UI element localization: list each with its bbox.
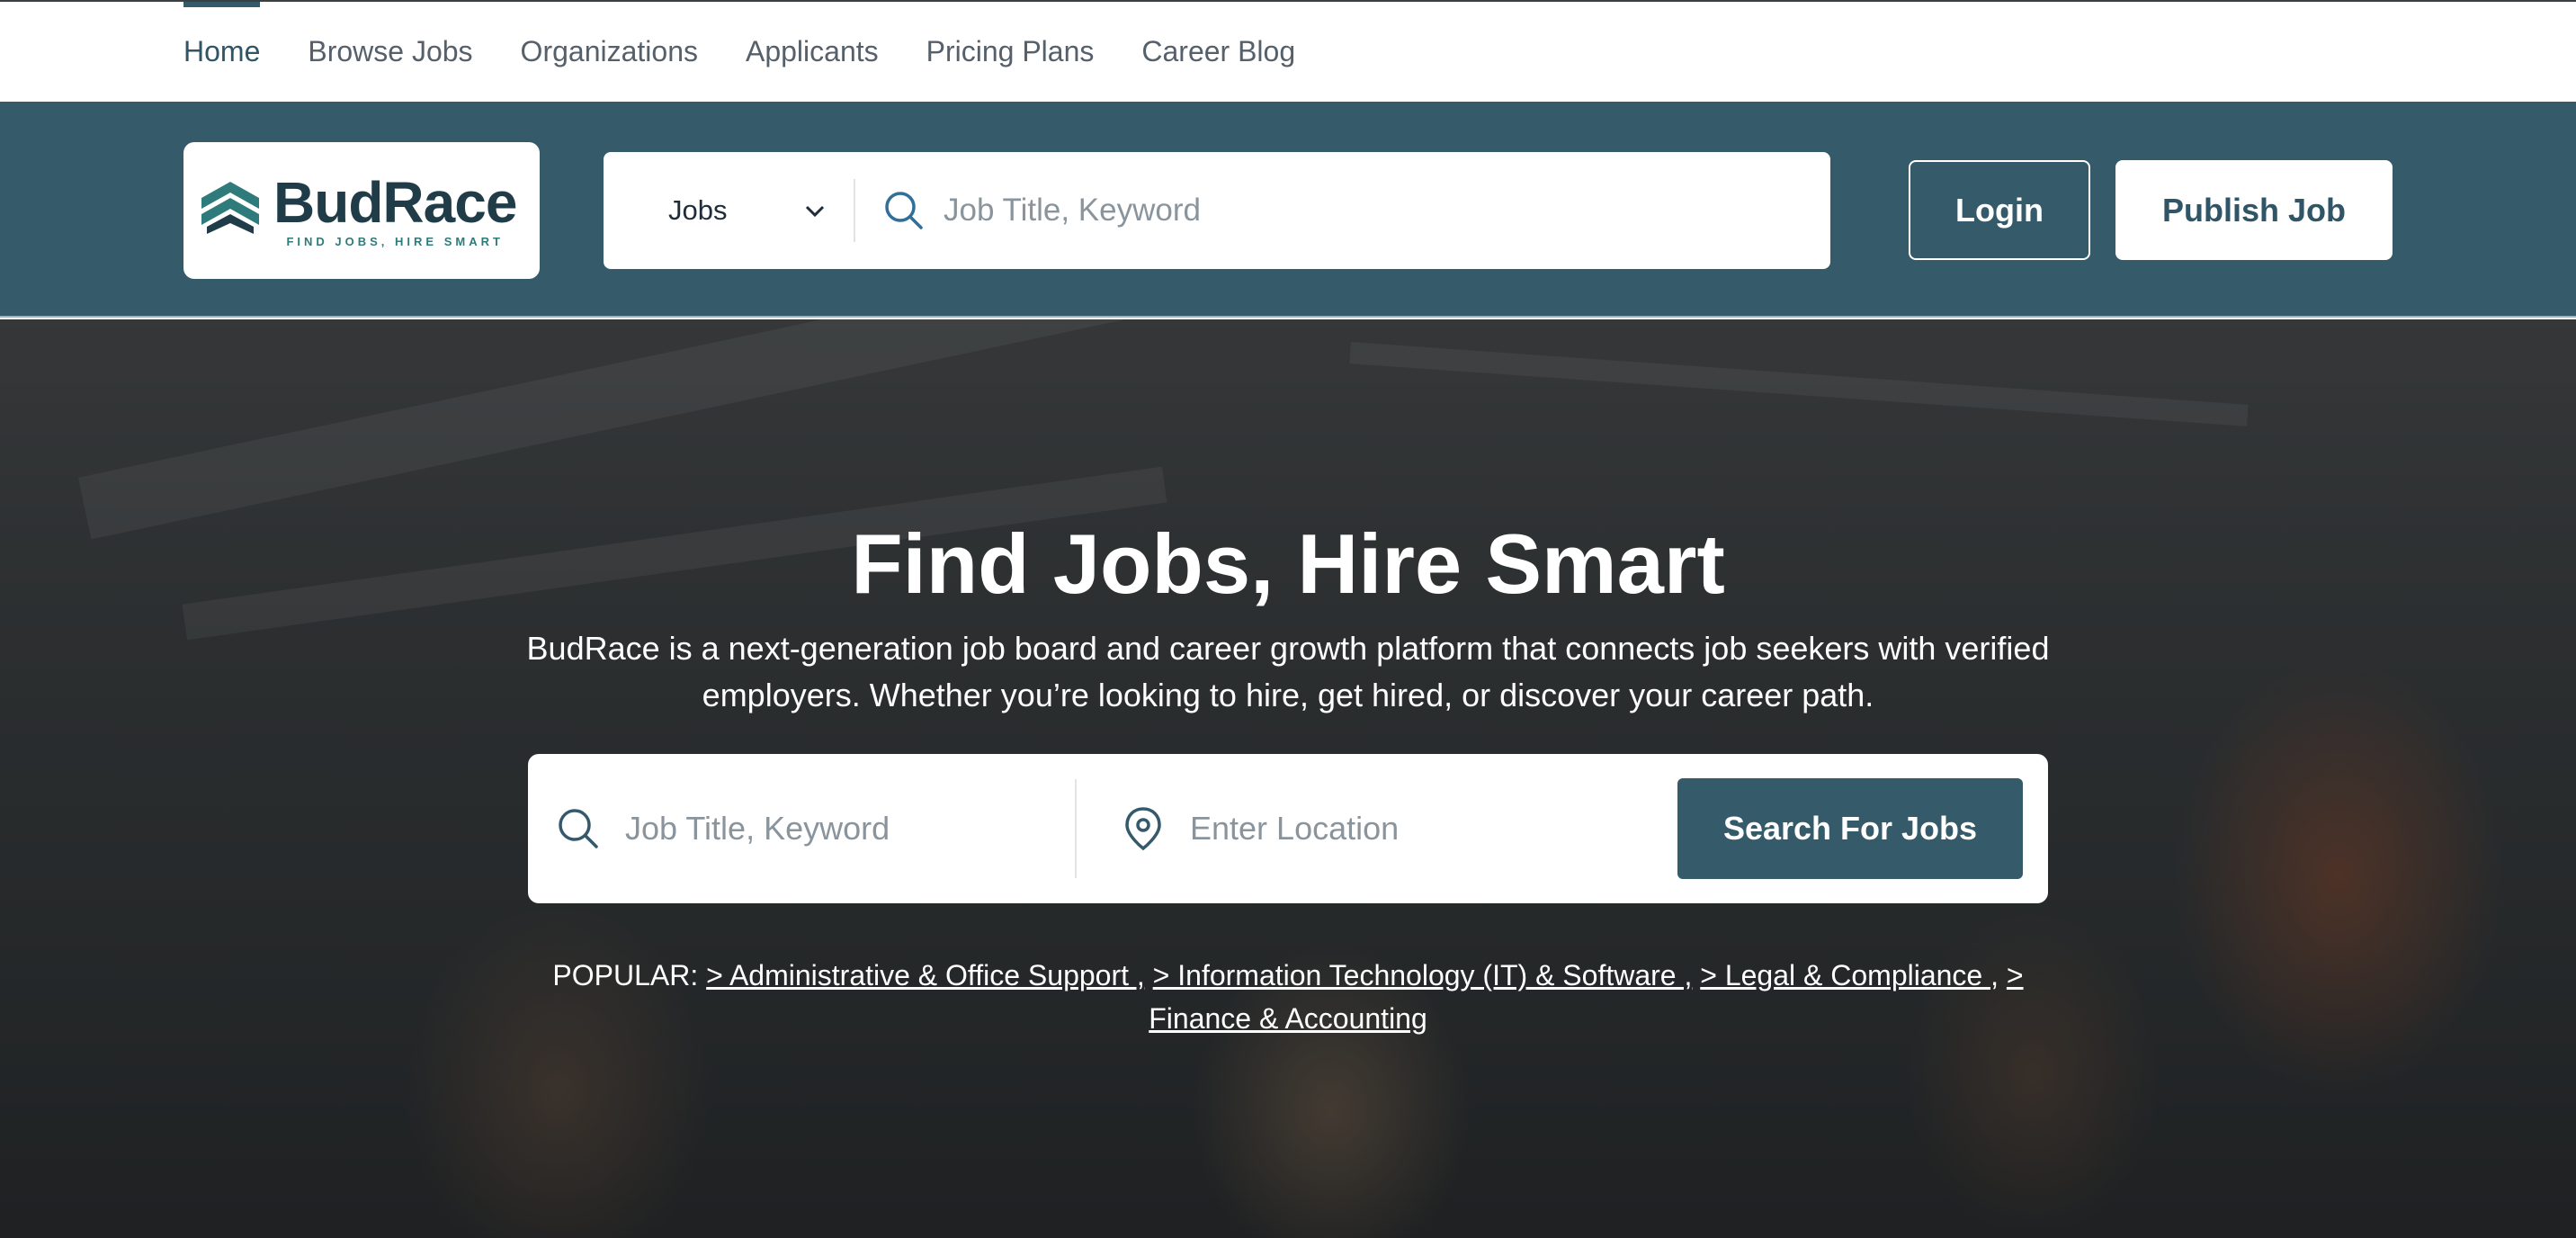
nav-item-pricing-plans[interactable]: Pricing Plans <box>926 2 1095 102</box>
nav-list: Home Browse Jobs Organizations Applicant… <box>183 2 1343 102</box>
hero-title-word: Smart <box>1485 516 1725 611</box>
location-input[interactable] <box>1190 810 1604 848</box>
hero-title-word: Jobs, <box>1052 516 1275 611</box>
popular-label: POPULAR: <box>552 959 699 991</box>
hero-title-word: Hire <box>1297 516 1462 611</box>
search-icon <box>885 192 923 229</box>
keyword-field <box>528 779 1077 878</box>
hero-section: Find Jobs, Hire Smart BudRace is a next-… <box>0 319 2576 1238</box>
nav-item-organizations[interactable]: Organizations <box>521 2 698 102</box>
logo-text: BudRace FIND JOBS, HIRE SMART <box>273 169 517 248</box>
hero-subtitle: BudRace is a next-generation job board a… <box>526 630 2050 713</box>
nav-item-home[interactable]: Home <box>183 2 261 102</box>
header-search-input[interactable] <box>944 193 1753 229</box>
hero-search-bar: Search For Jobs <box>528 754 2048 903</box>
location-field <box>1077 779 1652 878</box>
top-navigation: Home Browse Jobs Organizations Applicant… <box>0 0 2576 102</box>
logo-tagline: FIND JOBS, HIRE SMART <box>286 234 504 248</box>
login-button[interactable]: Login <box>1909 160 2090 260</box>
chevron-down-icon <box>805 205 825 218</box>
header-search-bar: Jobs <box>604 152 1830 269</box>
nav-item-browse-jobs[interactable]: Browse Jobs <box>308 2 472 102</box>
location-pin-icon <box>1125 807 1161 851</box>
popular-link-administrative[interactable]: > Administrative & Office Support , <box>706 959 1145 991</box>
site-header: BudRace FIND JOBS, HIRE SMART Jobs Login… <box>0 102 2576 318</box>
nav-item-applicants[interactable]: Applicants <box>746 2 879 102</box>
popular-searches: POPULAR: > Administrative & Office Suppo… <box>523 954 2053 1040</box>
popular-link-legal[interactable]: > Legal & Compliance , <box>1700 959 1999 991</box>
search-for-jobs-button[interactable]: Search For Jobs <box>1677 778 2023 879</box>
hero-title: Find Jobs, Hire Smart <box>0 517 2576 610</box>
keyword-input[interactable] <box>625 810 1039 848</box>
search-category-value: Jobs <box>668 194 728 226</box>
search-icon <box>559 809 598 848</box>
site-logo[interactable]: BudRace FIND JOBS, HIRE SMART <box>183 142 540 279</box>
nav-item-career-blog[interactable]: Career Blog <box>1141 2 1295 102</box>
publish-job-button[interactable]: Publish Job <box>2115 160 2393 260</box>
popular-link-it-software[interactable]: > Information Technology (IT) & Software… <box>1153 959 1693 991</box>
logo-name: BudRace <box>273 169 517 235</box>
search-category-select[interactable]: Jobs <box>604 179 855 242</box>
chevron-logo-icon <box>201 182 259 234</box>
hero-title-word: Find <box>851 516 1030 611</box>
